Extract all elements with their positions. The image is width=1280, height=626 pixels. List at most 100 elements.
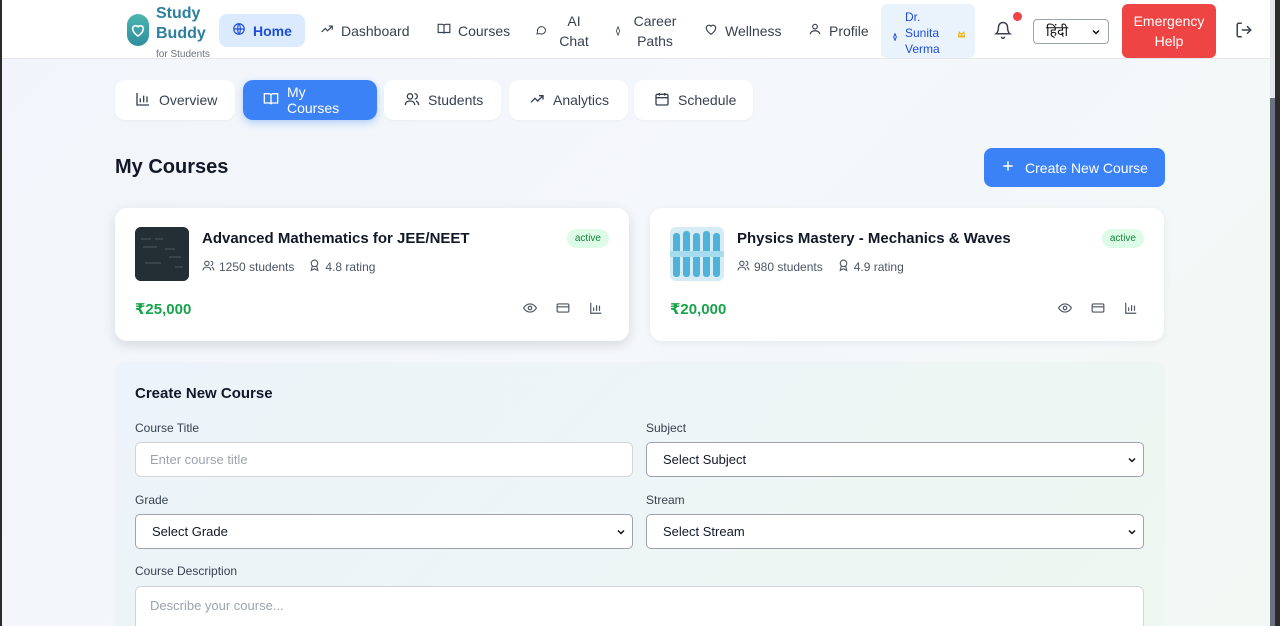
brand-heart-icon: [127, 14, 149, 46]
award-icon: [308, 259, 321, 275]
nav-home[interactable]: Home: [219, 14, 305, 47]
language-value: हिंदी: [1046, 23, 1069, 39]
nav-career-paths[interactable]: Career Paths: [600, 11, 693, 51]
course-description-textarea[interactable]: Describe your course...: [135, 586, 1144, 626]
create-new-course-button[interactable]: Create New Course: [984, 148, 1165, 187]
course-rating-label: 4.8 rating: [325, 260, 376, 274]
subject-value: Select Subject: [663, 452, 747, 467]
description-label: Course Description: [135, 564, 238, 578]
tab-students[interactable]: Students: [384, 80, 501, 120]
tab-analytics[interactable]: Analytics: [509, 80, 628, 120]
chevron-down-icon: [615, 526, 627, 541]
bell-icon[interactable]: [993, 20, 1013, 45]
compass-icon: [891, 29, 899, 45]
users-icon: [737, 259, 750, 275]
eye-icon[interactable]: [1057, 301, 1073, 320]
nav-dashboard[interactable]: Dashboard: [307, 14, 423, 47]
stream-label: Stream: [646, 493, 685, 507]
grade-value: Select Grade: [152, 524, 228, 539]
language-select[interactable]: हिंदी: [1033, 19, 1109, 44]
bar-chart-icon: [135, 91, 151, 110]
brand-tagline: for Students: [156, 49, 210, 60]
card-icon[interactable]: [1091, 301, 1105, 320]
course-thumbnail: [670, 227, 724, 281]
students-count: 980 students: [737, 259, 823, 275]
course-title: Physics Mastery - Mechanics & Waves: [737, 230, 1011, 247]
trend-icon: [529, 91, 545, 110]
users-icon: [202, 259, 215, 275]
notification-dot: [1013, 12, 1022, 21]
course-card[interactable]: Advanced Mathematics for JEE/NEET active…: [115, 208, 629, 341]
page-title: My Courses: [115, 156, 229, 178]
nav-courses[interactable]: Courses: [424, 14, 523, 47]
chevron-down-icon: [1126, 454, 1138, 469]
crown-icon: [957, 27, 966, 43]
tab-my-courses-label: My Courses: [287, 84, 340, 116]
plus-icon: [1001, 159, 1015, 176]
nav-wellness[interactable]: Wellness: [691, 14, 795, 47]
nav-home-label: Home: [253, 22, 292, 39]
user-icon: [808, 22, 822, 39]
subject-select[interactable]: Select Subject: [646, 442, 1144, 477]
tab-my-courses[interactable]: My Courses: [243, 80, 377, 120]
card-icon[interactable]: [556, 301, 570, 320]
stream-value: Select Stream: [663, 524, 745, 539]
tab-overview[interactable]: Overview: [115, 80, 235, 120]
book-open-icon: [263, 91, 279, 110]
grade-label: Grade: [135, 493, 169, 507]
top-navbar: Study Buddy for Students Home Dashboard …: [2, 0, 1275, 60]
chevron-down-icon: [1126, 526, 1138, 541]
nav-wellness-label: Wellness: [725, 22, 782, 39]
status-badge: active: [1101, 229, 1144, 248]
globe-icon: [232, 22, 246, 39]
logout-icon[interactable]: [1235, 21, 1253, 44]
nav-ai-chat[interactable]: AI Chat: [522, 11, 607, 51]
scrollbar-thumb[interactable]: [1270, 98, 1275, 626]
tab-students-label: Students: [428, 92, 484, 108]
course-price: ₹20,000: [670, 301, 727, 318]
heart-icon: [704, 22, 718, 39]
tab-schedule[interactable]: Schedule: [634, 80, 753, 120]
students-count: 1250 students: [202, 259, 294, 275]
nav-courses-label: Courses: [458, 22, 511, 39]
bar-chart-icon[interactable]: [1124, 301, 1138, 320]
nav-ai-chat-label: AI Chat: [559, 13, 589, 49]
form-title: Create New Course: [135, 385, 273, 402]
brand-name[interactable]: Study Buddy: [156, 4, 216, 44]
course-rating: 4.9 rating: [837, 259, 904, 275]
users-icon: [404, 91, 420, 110]
course-title-input[interactable]: Enter course title: [135, 442, 633, 477]
tab-analytics-label: Analytics: [553, 92, 610, 108]
award-icon: [837, 259, 850, 275]
nav-profile[interactable]: Profile: [795, 14, 882, 47]
bar-chart-icon[interactable]: [589, 301, 603, 320]
app-frame: Study Buddy for Students Home Dashboard …: [2, 0, 1275, 626]
eye-icon[interactable]: [522, 301, 538, 320]
create-course-form: Create New Course Course Title Enter cou…: [115, 362, 1165, 626]
course-title-label: Course Title: [135, 421, 200, 435]
book-icon: [437, 22, 451, 39]
emergency-help-button[interactable]: Emergency Help: [1122, 4, 1216, 58]
chat-icon: [535, 21, 547, 41]
calendar-icon: [654, 91, 670, 110]
course-rating-label: 4.9 rating: [853, 260, 904, 274]
create-new-course-label: Create New Course: [1025, 159, 1148, 176]
tab-overview-label: Overview: [159, 92, 218, 108]
course-thumbnail: [135, 227, 189, 281]
course-rating: 4.8 rating: [308, 259, 375, 275]
students-count-label: 980 students: [754, 260, 823, 274]
stream-select[interactable]: Select Stream: [646, 514, 1144, 549]
status-badge: active: [566, 229, 609, 248]
grade-select[interactable]: Select Grade: [135, 514, 633, 549]
compass-icon: [613, 21, 623, 41]
user-chip[interactable]: Dr. Sunita Verma: [881, 4, 975, 58]
trend-icon: [320, 22, 334, 39]
students-count-label: 1250 students: [219, 260, 295, 274]
nav-career-paths-label: Career Paths: [633, 13, 677, 49]
course-card[interactable]: Physics Mastery - Mechanics & Waves acti…: [650, 208, 1164, 341]
subject-label: Subject: [646, 421, 687, 435]
user-name: Dr. Sunita Verma: [905, 10, 940, 56]
course-price: ₹25,000: [135, 301, 192, 318]
course-title: Advanced Mathematics for JEE/NEET: [202, 230, 470, 247]
nav-dashboard-label: Dashboard: [341, 22, 410, 39]
